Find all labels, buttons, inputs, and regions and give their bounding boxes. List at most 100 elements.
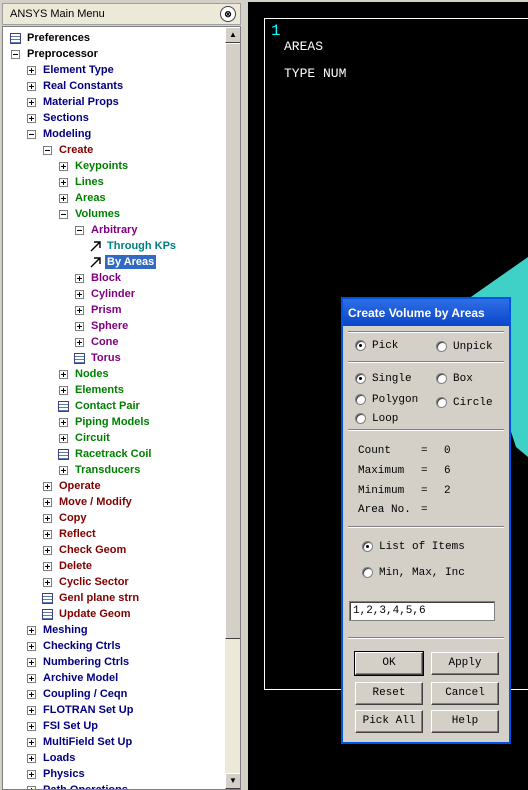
menu-item[interactable]: Loads [3,750,225,766]
expand-icon[interactable] [43,578,52,587]
menu-item[interactable]: Racetrack Coil [3,446,225,462]
expand-icon[interactable] [59,194,68,203]
menu-item[interactable]: MultiField Set Up [3,734,225,750]
reset-button[interactable]: Reset [355,682,423,705]
expand-icon[interactable] [59,466,68,475]
menu-item[interactable]: Cyclic Sector [3,574,225,590]
expand-icon[interactable] [75,274,84,283]
menu-item[interactable]: Real Constants [3,78,225,94]
expand-icon[interactable] [27,114,36,123]
expand-icon[interactable] [75,290,84,299]
pick-all-button[interactable]: Pick All [355,710,423,733]
menu-item[interactable]: Arbitrary [3,222,225,238]
apply-button[interactable]: Apply [431,652,499,675]
collapse-icon[interactable] [11,50,20,59]
menu-item[interactable]: Operate [3,478,225,494]
menu-item[interactable]: Create [3,142,225,158]
expand-icon[interactable] [27,82,36,91]
menu-item[interactable]: Copy [3,510,225,526]
circle-radio[interactable] [436,397,447,408]
single-radio[interactable] [355,373,366,384]
menu-item[interactable]: Lines [3,174,225,190]
expand-icon[interactable] [43,514,52,523]
menu-item[interactable]: Block [3,270,225,286]
expand-icon[interactable] [27,786,36,789]
menu-item[interactable]: Numbering Ctrls [3,654,225,670]
menu-item[interactable]: Cone [3,334,225,350]
expand-icon[interactable] [59,418,68,427]
collapse-icon[interactable] [75,226,84,235]
menu-item[interactable]: Delete [3,558,225,574]
menu-item[interactable]: Keypoints [3,158,225,174]
expand-icon[interactable] [75,338,84,347]
item-list-input[interactable]: 1,2,3,4,5,6 [349,601,495,621]
menu-item[interactable]: Reflect [3,526,225,542]
expand-icon[interactable] [75,306,84,315]
expand-icon[interactable] [43,562,52,571]
collapse-icon[interactable] [59,210,68,219]
expand-icon[interactable] [59,162,68,171]
expand-icon[interactable] [59,434,68,443]
menu-item[interactable]: Physics [3,766,225,782]
box-radio[interactable] [436,373,447,384]
menu-item[interactable]: Modeling [3,126,225,142]
menu-item[interactable]: Torus [3,350,225,366]
help-button[interactable]: Help [431,710,499,733]
expand-icon[interactable] [27,658,36,667]
collapse-icon[interactable] [43,146,52,155]
menu-item[interactable]: Material Props [3,94,225,110]
expand-icon[interactable] [27,738,36,747]
menu-item[interactable]: Move / Modify [3,494,225,510]
menu-item[interactable]: Archive Model [3,670,225,686]
menu-item[interactable]: By Areas [3,254,225,270]
cancel-button[interactable]: Cancel [431,682,499,705]
list-of-items-radio[interactable] [362,541,373,552]
expand-icon[interactable] [27,66,36,75]
ok-button[interactable]: OK [354,651,424,676]
menu-item[interactable]: Sphere [3,318,225,334]
menu-item[interactable]: Path Operations [3,782,225,789]
menu-item[interactable]: Preferences [3,30,225,46]
expand-icon[interactable] [27,706,36,715]
menu-item[interactable]: Contact Pair [3,398,225,414]
menu-item[interactable]: Checking Ctrls [3,638,225,654]
menu-item[interactable]: Through KPs [3,238,225,254]
expand-icon[interactable] [27,722,36,731]
menu-item[interactable]: FLOTRAN Set Up [3,702,225,718]
scroll-thumb[interactable] [225,43,240,639]
collapse-menu-button[interactable]: ⊗ [220,6,236,22]
menu-item[interactable]: Piping Models [3,414,225,430]
expand-icon[interactable] [27,690,36,699]
expand-icon[interactable] [27,626,36,635]
expand-icon[interactable] [43,546,52,555]
menu-item[interactable]: Areas [3,190,225,206]
menu-item[interactable]: Cylinder [3,286,225,302]
expand-icon[interactable] [27,98,36,107]
menu-item[interactable]: Update Geom [3,606,225,622]
polygon-radio[interactable] [355,394,366,405]
expand-icon[interactable] [59,370,68,379]
menu-item[interactable]: Meshing [3,622,225,638]
menu-item[interactable]: Check Geom [3,542,225,558]
expand-icon[interactable] [43,530,52,539]
scroll-up-button[interactable]: ▲ [225,27,240,43]
pick-radio[interactable] [355,340,366,351]
menu-item[interactable]: Nodes [3,366,225,382]
menu-item[interactable]: Element Type [3,62,225,78]
menu-item[interactable]: Coupling / Ceqn [3,686,225,702]
menu-item[interactable]: Circuit [3,430,225,446]
expand-icon[interactable] [27,642,36,651]
menu-item[interactable]: Volumes [3,206,225,222]
expand-icon[interactable] [59,178,68,187]
loop-radio[interactable] [355,413,366,424]
scroll-down-button[interactable]: ▼ [225,773,240,789]
expand-icon[interactable] [27,674,36,683]
expand-icon[interactable] [27,754,36,763]
expand-icon[interactable] [43,482,52,491]
expand-icon[interactable] [43,498,52,507]
menu-item[interactable]: Sections [3,110,225,126]
menu-item[interactable]: Elements [3,382,225,398]
min-max-inc-radio[interactable] [362,567,373,578]
unpick-radio[interactable] [436,341,447,352]
menu-scrollbar[interactable]: ▲ ▼ [225,27,240,789]
